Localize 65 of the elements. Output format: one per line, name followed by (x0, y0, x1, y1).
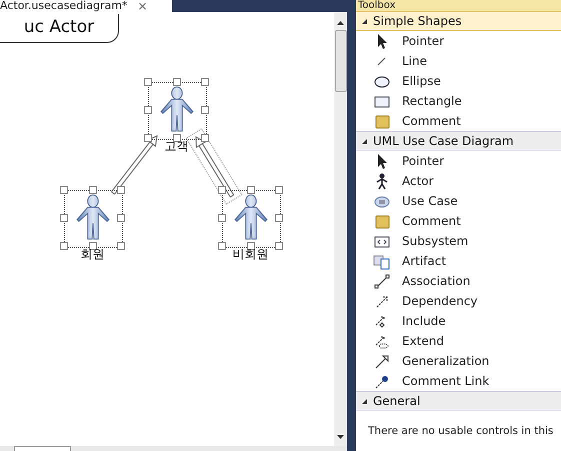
toolbox-item[interactable]: Generalization (356, 351, 561, 371)
toolbox-item[interactable]: Pointer (356, 151, 561, 171)
actor-figure[interactable] (75, 194, 111, 240)
section-header[interactable]: General (356, 391, 561, 411)
actor-name: 회원 (80, 247, 106, 261)
section-header[interactable]: Simple Shapes (356, 11, 561, 31)
scroll-thumb[interactable] (334, 30, 346, 92)
resize-handle[interactable] (201, 134, 209, 142)
actor-figure[interactable] (159, 86, 195, 132)
scroll-up-icon[interactable] (336, 20, 345, 26)
collapse-icon[interactable] (361, 138, 368, 144)
resize-handle[interactable] (275, 242, 283, 250)
toolbox-item[interactable]: Comment Link (356, 371, 561, 391)
panel-title: Toolbox (356, 0, 561, 11)
resize-handle[interactable] (275, 186, 283, 194)
toolbox-item[interactable]: Pointer (356, 31, 561, 51)
resize-handle[interactable] (88, 186, 96, 194)
resize-handle[interactable] (88, 242, 96, 250)
toolbox-item[interactable]: Comment (356, 111, 561, 131)
resize-handle[interactable] (144, 106, 152, 114)
resize-handle[interactable] (60, 242, 68, 250)
toolbox-item[interactable]: Dependency (356, 291, 561, 311)
resize-handle[interactable] (275, 214, 283, 222)
resize-handle[interactable] (117, 242, 125, 250)
scroll-down-icon[interactable] (336, 434, 345, 440)
section-header[interactable]: UML Use Case Diagram (356, 131, 561, 151)
toolbox-item[interactable]: Rectangle (356, 91, 561, 111)
resize-handle[interactable] (172, 78, 180, 86)
line-icon (373, 272, 391, 290)
collapse-icon[interactable] (361, 18, 368, 24)
actor-name: 고객 (164, 139, 190, 153)
close-button[interactable]: × (137, 0, 148, 12)
resize-handle[interactable] (144, 134, 152, 142)
resize-handle[interactable] (218, 242, 226, 250)
actor-figure[interactable] (233, 194, 269, 240)
toolbox-item[interactable]: Use Case (356, 191, 561, 211)
collapse-icon[interactable] (361, 398, 368, 404)
toolbox-item[interactable]: Ellipse (356, 71, 561, 91)
resize-handle[interactable] (60, 214, 68, 222)
resize-handle[interactable] (246, 186, 254, 194)
resize-handle[interactable] (218, 214, 226, 222)
toolbox-item[interactable]: Comment (356, 211, 561, 231)
resize-handle[interactable] (201, 78, 209, 86)
resize-handle[interactable] (117, 186, 125, 194)
horizontal-scroll-thumb[interactable] (14, 446, 71, 451)
resize-handle[interactable] (144, 78, 152, 86)
toolbox-item[interactable]: Artifact (356, 251, 561, 271)
empty-message: There are no usable controls in this (367, 424, 554, 437)
actor-name: 비회원 (232, 247, 270, 261)
resize-handle[interactable] (201, 106, 209, 114)
toolbox-item[interactable]: Subsystem (356, 231, 561, 251)
generalization-arrow[interactable] (186, 128, 242, 205)
toolbox-item[interactable]: Actor (356, 171, 561, 191)
toolbox-item[interactable]: Line (356, 51, 561, 71)
resize-handle[interactable] (246, 242, 254, 250)
resize-handle[interactable] (117, 214, 125, 222)
generalization-arrow[interactable] (110, 135, 158, 195)
toolbox-item[interactable]: Extend (356, 331, 561, 351)
toolbox-item[interactable]: Include (356, 311, 561, 331)
resize-handle[interactable] (60, 186, 68, 194)
resize-handle[interactable] (172, 134, 180, 142)
document-tab[interactable]: Actor.usecasediagram* × (0, 0, 172, 12)
frame-label: uc Actor (0, 14, 119, 43)
toolbox-item[interactable]: Association (356, 271, 561, 291)
resize-handle[interactable] (218, 186, 226, 194)
